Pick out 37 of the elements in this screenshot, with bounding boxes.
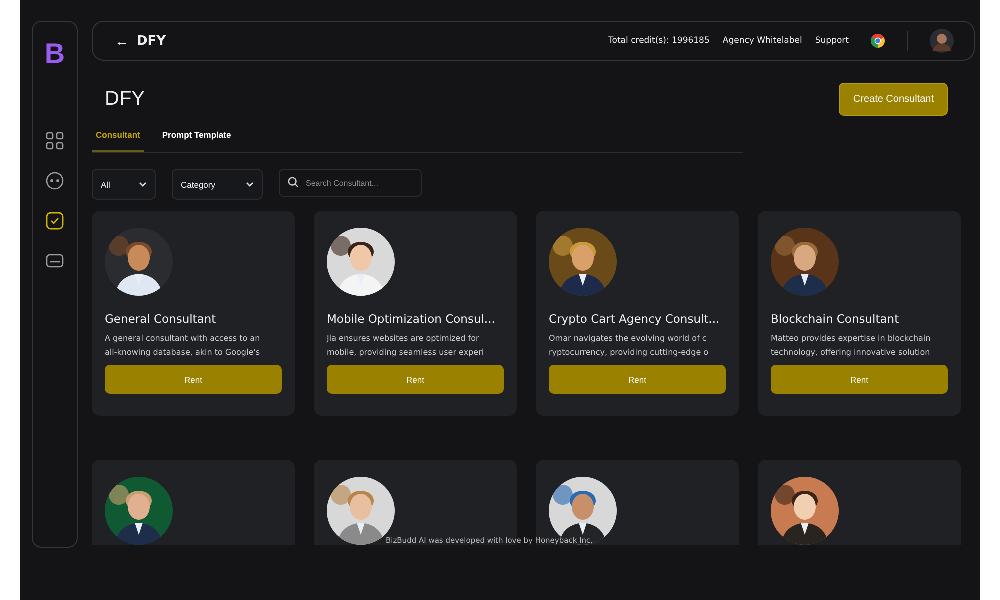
card-description: Omar navigates the evolving world of c [549, 333, 708, 345]
logo: B [44, 40, 66, 68]
browser-icon[interactable] [871, 34, 885, 48]
tab[interactable]: Prompt Template [158, 130, 236, 152]
page-breadcrumb: DFY [137, 34, 166, 48]
card-title: Mobile Optimization Consul... [327, 312, 496, 326]
card-title: Crypto Cart Agency Consult... [549, 312, 721, 326]
rent-button[interactable]: Rent [771, 365, 948, 394]
card-description: mobile, providing seamless user experi [327, 347, 486, 359]
card-description: A general consultant with access to an [105, 333, 262, 345]
rent-button[interactable]: Rent [105, 365, 282, 394]
back-button[interactable]: ← [115, 33, 129, 49]
search-icon [288, 177, 299, 188]
card-description: ryptocurrency, providing cutting-edge o [549, 347, 710, 359]
chat-icon[interactable] [44, 170, 66, 192]
user-avatar[interactable] [930, 29, 954, 53]
chevron-down-icon [139, 182, 147, 188]
rent-button[interactable]: Rent [549, 365, 726, 394]
card-description: technology, offering innovative solution [771, 347, 932, 359]
card-description: all-knowing database, akin to Google's [105, 347, 261, 359]
page-title: DFY [105, 88, 145, 111]
chevron-down-icon [246, 182, 254, 188]
top-link[interactable]: Agency Whitelabel [722, 36, 802, 46]
tab[interactable]: Consultant [92, 130, 144, 152]
search-field[interactable]: Search Consultant... [279, 169, 422, 197]
checkbox-icon[interactable] [44, 210, 66, 232]
apps-icon[interactable] [44, 130, 66, 152]
card-description: Matteo provides expertise in blockchain [771, 333, 932, 345]
filter-dropdown[interactable]: Category [172, 169, 263, 200]
card-title: General Consultant [105, 312, 218, 326]
rent-button[interactable]: Rent [327, 365, 504, 394]
card-title: Blockchain Consultant [771, 312, 900, 326]
create-consultant-button[interactable]: Create Consultant [839, 83, 948, 116]
top-link[interactable]: Support [815, 36, 849, 46]
card-description: Jia ensures websites are optimized for [327, 333, 480, 345]
filter-dropdown[interactable]: All [92, 169, 156, 200]
top-link[interactable]: Total credit(s): 1996185 [608, 36, 710, 46]
